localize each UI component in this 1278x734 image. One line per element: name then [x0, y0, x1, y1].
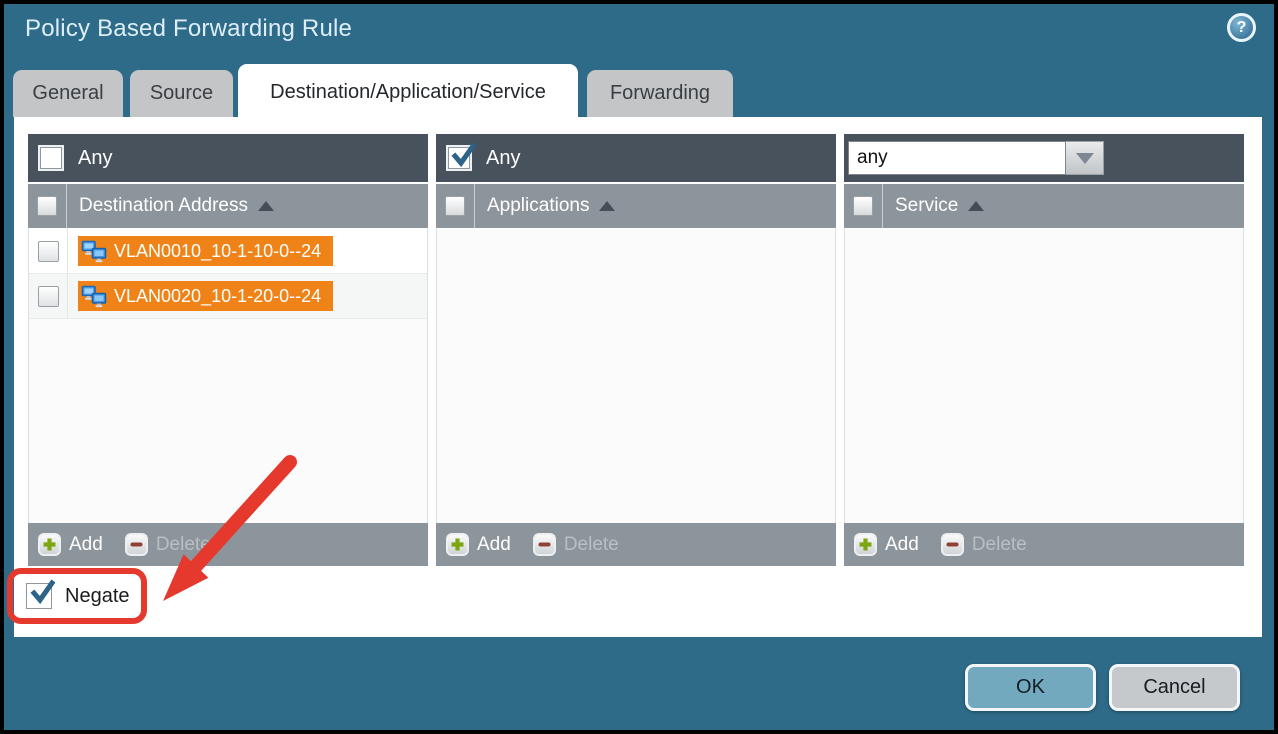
tab-forwarding[interactable]: Forwarding: [587, 70, 733, 117]
applications-select-all-checkbox[interactable]: [445, 196, 465, 216]
tab-general[interactable]: General: [13, 70, 123, 117]
add-button[interactable]: Add: [38, 533, 103, 556]
chevron-down-icon: [1076, 153, 1094, 164]
add-label: Add: [885, 534, 919, 556]
row-checkbox-cell: [29, 274, 68, 318]
plus-icon: [38, 533, 61, 556]
destination-column: Any Destination Address: [28, 134, 428, 566]
content-panel: Any Destination Address: [14, 117, 1262, 637]
plus-icon: [446, 533, 469, 556]
negate-checkbox[interactable]: [26, 583, 52, 609]
add-button[interactable]: Add: [446, 533, 511, 556]
tab-source[interactable]: Source: [130, 70, 233, 117]
service-dropdown-button[interactable]: [1066, 141, 1104, 175]
service-header-label: Service: [895, 195, 958, 217]
delete-label: Delete: [972, 534, 1027, 556]
destination-row[interactable]: VLAN0010_10-1-10-0--24: [29, 229, 427, 274]
address-label: VLAN0020_10-1-20-0--24: [114, 286, 321, 307]
delete-button[interactable]: Delete: [533, 533, 619, 556]
service-dropdown[interactable]: any: [848, 141, 1104, 175]
negate-highlight-annotation: Negate: [7, 568, 147, 624]
tab-destination-application-service[interactable]: Destination/Application/Service: [238, 64, 578, 121]
destination-any-checkbox[interactable]: [38, 145, 64, 171]
select-all-cell: [436, 184, 475, 228]
service-column: any Service Add: [844, 134, 1244, 566]
destination-header-label: Destination Address: [79, 195, 248, 217]
service-dropdown-value[interactable]: any: [848, 141, 1066, 175]
help-icon[interactable]: ?: [1227, 13, 1256, 42]
tab-label: Destination/Application/Service: [270, 81, 546, 104]
applications-column: Any Applications Add: [436, 134, 836, 566]
service-select-all-checkbox[interactable]: [853, 196, 873, 216]
destination-column-header[interactable]: Destination Address: [28, 184, 428, 228]
minus-icon: [941, 533, 964, 556]
applications-header-label: Applications: [487, 195, 589, 217]
sort-asc-icon: [968, 201, 984, 211]
cancel-label: Cancel: [1143, 676, 1205, 699]
delete-label: Delete: [156, 534, 211, 556]
address-chip[interactable]: VLAN0010_10-1-10-0--24: [78, 236, 333, 266]
cancel-button[interactable]: Cancel: [1109, 664, 1240, 711]
applications-any-checkbox[interactable]: [446, 145, 472, 171]
destination-select-all-checkbox[interactable]: [37, 196, 57, 216]
row-checkbox-cell: [29, 229, 68, 273]
service-footer-bar: Add Delete: [844, 523, 1244, 566]
address-chip[interactable]: VLAN0020_10-1-20-0--24: [78, 281, 333, 311]
plus-icon: [854, 533, 877, 556]
destination-any-bar: Any: [28, 134, 428, 182]
service-dropdown-bar: any: [844, 134, 1244, 182]
add-label: Add: [477, 534, 511, 556]
network-address-icon: [81, 240, 107, 263]
screenshot-frame: Policy Based Forwarding Rule ? General S…: [0, 0, 1278, 734]
row-checkbox[interactable]: [38, 241, 59, 262]
tab-label: General: [32, 82, 103, 105]
destination-any-label: Any: [78, 147, 112, 170]
tab-label: Forwarding: [610, 82, 710, 105]
delete-button[interactable]: Delete: [941, 533, 1027, 556]
sort-asc-icon: [258, 201, 274, 211]
dialog-title: Policy Based Forwarding Rule: [25, 15, 352, 43]
service-column-header[interactable]: Service: [844, 184, 1244, 228]
service-list: [844, 229, 1244, 523]
minus-icon: [125, 533, 148, 556]
ok-button[interactable]: OK: [965, 664, 1096, 711]
minus-icon: [533, 533, 556, 556]
delete-label: Delete: [564, 534, 619, 556]
address-label: VLAN0010_10-1-10-0--24: [114, 241, 321, 262]
applications-list: [436, 229, 836, 523]
destination-list: VLAN0010_10-1-10-0--24: [28, 229, 428, 523]
sort-asc-icon: [599, 201, 615, 211]
tab-label: Source: [150, 82, 213, 105]
negate-label: Negate: [65, 585, 130, 608]
destination-row[interactable]: VLAN0020_10-1-20-0--24: [29, 274, 427, 319]
row-checkbox[interactable]: [38, 286, 59, 307]
network-address-icon: [81, 285, 107, 308]
applications-any-label: Any: [486, 147, 520, 170]
select-all-cell: [844, 184, 883, 228]
delete-button[interactable]: Delete: [125, 533, 211, 556]
select-all-cell: [28, 184, 67, 228]
add-button[interactable]: Add: [854, 533, 919, 556]
applications-any-bar: Any: [436, 134, 836, 182]
add-label: Add: [69, 534, 103, 556]
applications-column-header[interactable]: Applications: [436, 184, 836, 228]
ok-label: OK: [1016, 676, 1045, 699]
applications-footer-bar: Add Delete: [436, 523, 836, 566]
destination-footer-bar: Add Delete: [28, 523, 428, 566]
